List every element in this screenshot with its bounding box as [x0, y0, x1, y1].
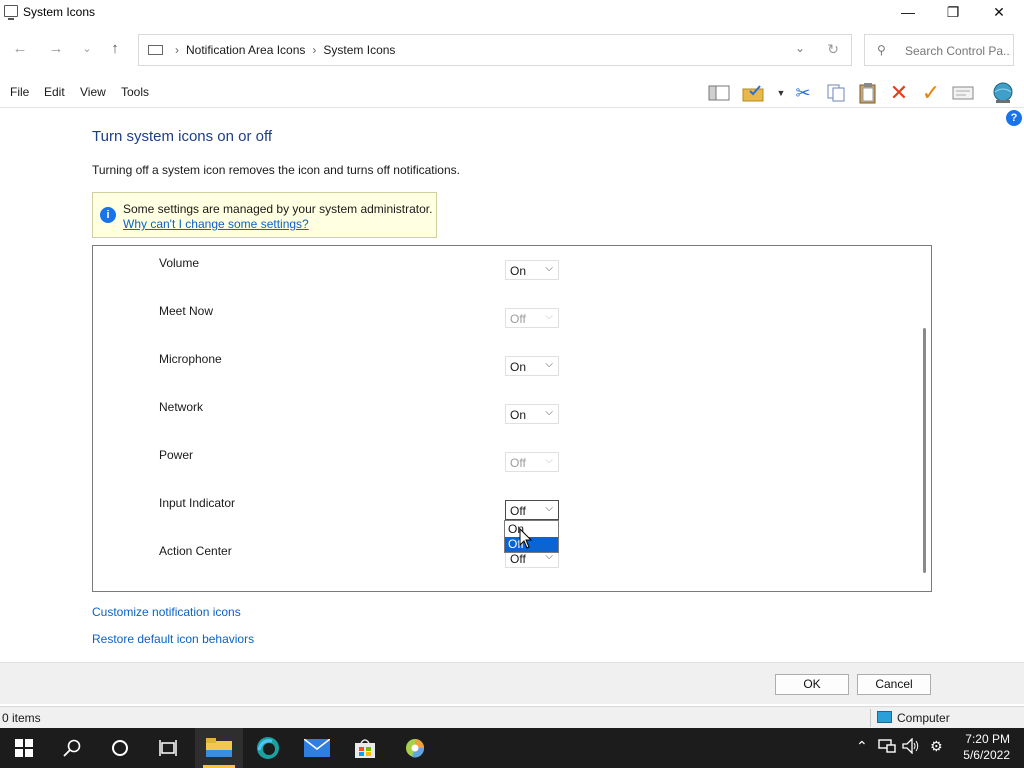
copy-icon[interactable]: [824, 82, 848, 104]
chevron-down-icon: ⌵: [545, 359, 553, 370]
network-select[interactable]: On ⌵: [505, 404, 559, 424]
window-title: System Icons: [23, 5, 96, 19]
volume-select[interactable]: On ⌵: [505, 260, 559, 280]
store-icon[interactable]: [341, 728, 389, 768]
chevron-down-icon: ⌵: [545, 263, 553, 274]
edge-browser-icon[interactable]: [244, 728, 292, 768]
caret-down-icon[interactable]: ▼: [769, 82, 793, 104]
select-value: On: [510, 408, 527, 422]
microphone-select[interactable]: On ⌵: [505, 356, 559, 376]
ok-button[interactable]: OK: [775, 674, 849, 695]
chevron-down-icon: ⌵: [545, 455, 553, 466]
clock-date: 5/6/2022: [963, 748, 1010, 762]
back-button[interactable]: ←: [9, 38, 31, 60]
icon-label-microphone: Microphone: [159, 352, 222, 366]
meet-now-select: Off ⌵: [505, 308, 559, 328]
select-value: Off: [510, 312, 526, 326]
customize-notification-icons-link[interactable]: Customize notification icons: [92, 605, 241, 619]
search-icon[interactable]: [48, 728, 96, 768]
menu-file[interactable]: File: [10, 85, 29, 99]
icon-label-meet-now: Meet Now: [159, 304, 214, 318]
dialog-footer: OK Cancel: [0, 662, 1024, 704]
input-indicator-select[interactable]: Off ⌵: [505, 500, 559, 520]
delete-icon[interactable]: ✕: [887, 80, 911, 105]
icon-label-input-indicator: Input Indicator: [159, 496, 236, 510]
show-hidden-icons-chevron-up-icon[interactable]: ⌃: [856, 738, 868, 755]
start-button[interactable]: [0, 728, 48, 768]
select-value: Off: [510, 456, 526, 470]
folder-options-icon[interactable]: [742, 82, 766, 104]
up-button[interactable]: ↑: [104, 38, 126, 60]
refresh-icon[interactable]: ↻: [827, 41, 839, 58]
globe-icon[interactable]: [991, 82, 1015, 104]
info-message: Some settings are managed by your system…: [123, 202, 433, 216]
admin-info-banner: i Some settings are managed by your syst…: [92, 192, 437, 238]
select-value: Off: [510, 552, 526, 566]
volume-icon[interactable]: [902, 737, 920, 757]
mail-icon[interactable]: [293, 728, 341, 768]
computer-icon: [877, 711, 892, 723]
close-button[interactable]: ✕: [976, 0, 1022, 24]
restore-default-behaviors-link[interactable]: Restore default icon behaviors: [92, 632, 254, 646]
chevron-down-icon: ⌵: [545, 311, 553, 322]
icon-label-action-center: Action Center: [159, 544, 232, 558]
settings-gear-icon[interactable]: ⚙: [930, 738, 943, 755]
task-view-icon[interactable]: [144, 728, 192, 768]
control-panel-app-icon[interactable]: [391, 728, 439, 768]
icon-label-network: Network: [159, 400, 204, 414]
page-description: Turning off a system icon removes the ic…: [92, 163, 460, 177]
help-icon[interactable]: ?: [1006, 110, 1022, 126]
cut-icon[interactable]: ✂: [791, 82, 815, 104]
computer-icon: [4, 5, 18, 20]
title-bar: System Icons — ❐ ✕: [0, 0, 1024, 26]
breadcrumb-item[interactable]: System Icons: [323, 43, 395, 57]
location-label: Computer: [897, 711, 950, 725]
control-panel-icon: [148, 45, 163, 55]
menu-bar: File Edit View Tools ▼ ✂ ✕ ✓: [0, 78, 1024, 108]
paste-icon[interactable]: [856, 82, 880, 104]
menu-tools[interactable]: Tools: [121, 85, 149, 99]
cancel-button[interactable]: Cancel: [857, 674, 931, 695]
network-icon[interactable]: [878, 738, 896, 757]
icon-label-power: Power: [159, 448, 194, 462]
breadcrumb-item[interactable]: Notification Area Icons: [186, 43, 305, 57]
breadcrumb: › Notification Area Icons › System Icons: [175, 43, 396, 57]
search-placeholder: Search Control Pa...: [905, 44, 1011, 58]
taskbar: ⌃ ⚙ 7:20 PM 5/6/2022: [0, 728, 1024, 768]
recent-locations-button[interactable]: ⌄: [76, 38, 98, 60]
address-row: ← → ⌄ ↑ › Notification Area Icons › System …: [0, 30, 1024, 70]
select-value: Off: [510, 504, 526, 518]
cortana-icon[interactable]: [96, 728, 144, 768]
chevron-down-icon: ⌵: [545, 503, 553, 514]
select-value: On: [510, 360, 527, 374]
search-icon: ⚲: [877, 43, 886, 57]
scrollbar[interactable]: [919, 246, 931, 591]
clock[interactable]: 7:20 PM 5/6/2022: [963, 731, 1010, 763]
chevron-down-icon: ⌵: [545, 407, 553, 418]
chevron-down-icon[interactable]: ⌄: [795, 41, 805, 55]
page-title: Turn system icons on or off: [92, 128, 273, 145]
status-bar: 0 items Computer: [0, 706, 1024, 728]
minimize-button[interactable]: —: [885, 0, 931, 24]
maximize-button[interactable]: ❐: [930, 0, 976, 24]
power-select: Off ⌵: [505, 452, 559, 472]
info-icon: i: [100, 207, 116, 223]
item-count: 0 items: [2, 711, 41, 725]
search-input[interactable]: ⚲ Search Control Pa...: [864, 34, 1014, 66]
forward-button[interactable]: →: [45, 38, 67, 60]
scrollbar-thumb[interactable]: [923, 328, 926, 573]
layout-pane-icon[interactable]: [707, 82, 731, 104]
menu-view[interactable]: View: [80, 85, 106, 99]
properties-icon[interactable]: [951, 82, 975, 104]
why-cant-i-change-link[interactable]: Why can't I change some settings?: [123, 217, 309, 231]
checkmark-icon[interactable]: ✓: [919, 80, 943, 105]
address-bar[interactable]: › Notification Area Icons › System Icons ⌄ …: [138, 34, 852, 66]
menu-edit[interactable]: Edit: [44, 85, 65, 99]
status-divider: [870, 709, 871, 727]
file-explorer-icon[interactable]: [195, 728, 243, 768]
clock-time: 7:20 PM: [965, 732, 1010, 746]
select-value: On: [510, 264, 527, 278]
icon-label-volume: Volume: [159, 256, 200, 270]
mouse-cursor-icon: [519, 528, 533, 549]
